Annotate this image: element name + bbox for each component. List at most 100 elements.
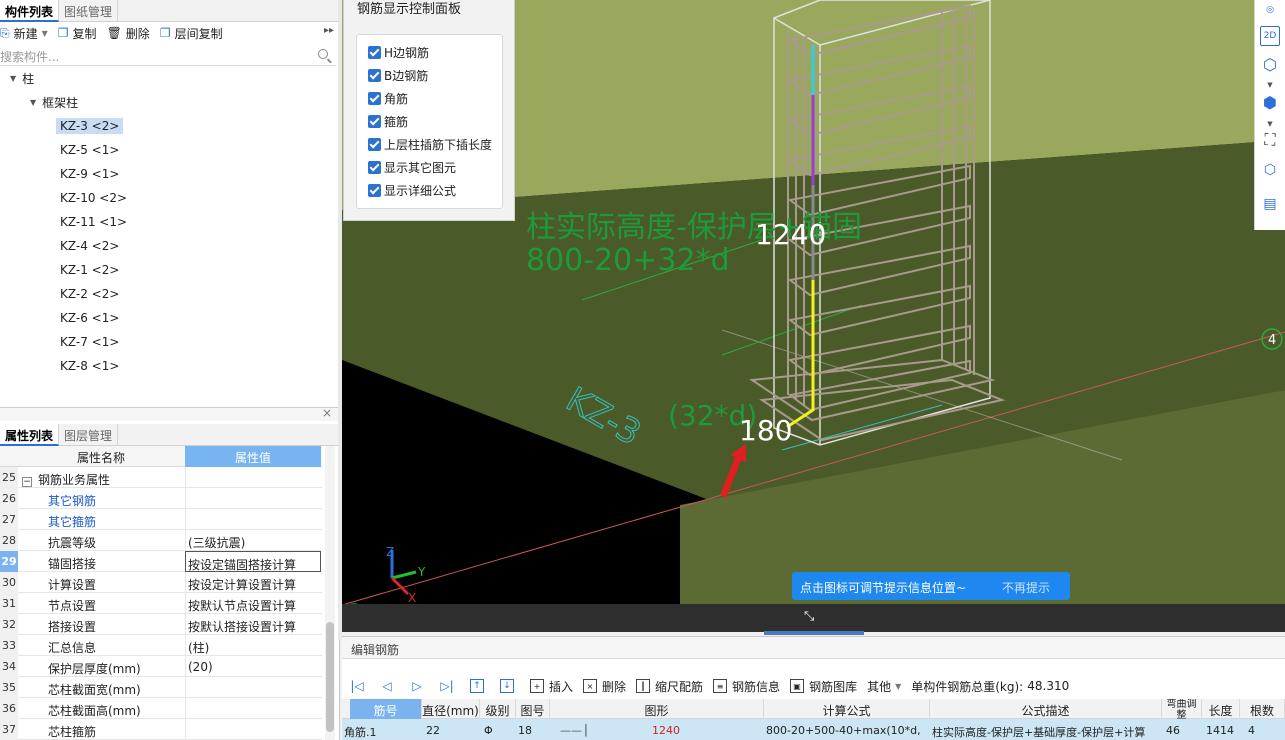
cell-length[interactable]: 1414 (1206, 724, 1234, 737)
prev-record-icon[interactable]: ◁ (380, 679, 394, 693)
col-count[interactable]: 根数 (1240, 699, 1285, 719)
tab-property-list[interactable]: 属性列表 (0, 424, 60, 446)
rebar-table-row[interactable]: 角筋.1 22 Φ 18 —— ▏ 1240 800-20+500-40+max… (342, 719, 1285, 740)
checkbox-checked-icon[interactable] (368, 91, 381, 105)
property-value-editor[interactable]: 按设定锚固搭接计算 (185, 551, 321, 572)
tree-item[interactable]: KZ-6 <1> (56, 308, 123, 328)
view-2d-button[interactable]: 2D (1260, 26, 1280, 46)
cell-grade[interactable]: Φ (484, 724, 493, 737)
rebar-info-button[interactable]: ≡ 钢筋信息 (713, 678, 780, 695)
property-row[interactable]: 35 芯柱截面宽(mm) (0, 677, 322, 698)
first-record-icon[interactable]: |◁ (350, 679, 364, 693)
view-cube-icon[interactable]: ⬡ (1260, 160, 1280, 180)
tree-node-frame-column[interactable]: ▼ 框架柱 (30, 92, 78, 112)
property-row[interactable]: 37 芯柱箍筋 (0, 719, 322, 740)
property-name[interactable]: 其它钢筋 (48, 492, 96, 509)
option-stirrup[interactable]: 箍筋 (368, 112, 408, 130)
cell-bend-adjust[interactable]: 46 (1166, 724, 1180, 737)
col-bend-adjust[interactable]: 弯曲调整 (1162, 699, 1202, 719)
more-icon[interactable]: ▸▸ (324, 25, 334, 36)
property-row[interactable]: 28 抗震等级 (三级抗震) (0, 530, 322, 551)
chevron-down-icon[interactable]: ▼ (42, 29, 48, 38)
fullscreen-icon[interactable]: ⛶ (1260, 130, 1280, 150)
property-row-selected[interactable]: 29 锚固搭接 按设定锚固搭接计算 (0, 551, 322, 572)
property-name[interactable]: 其它箍筋 (48, 513, 96, 530)
cell-diameter[interactable]: 22 (426, 724, 440, 737)
tab-drawing-manage[interactable]: 图纸管理 (59, 0, 119, 22)
property-value[interactable]: (三级抗震) (185, 530, 321, 551)
property-value[interactable] (185, 719, 321, 740)
checkbox-checked-icon[interactable] (368, 183, 381, 197)
rebar-library-button[interactable]: ▣ 钢筋图库 (790, 678, 857, 695)
tree-item[interactable]: KZ-4 <2> (56, 236, 123, 256)
caret-down-icon[interactable]: ▼ (10, 74, 16, 83)
tree-item[interactable]: KZ-10 <2> (56, 188, 131, 208)
last-record-icon[interactable]: ▷| (440, 679, 454, 693)
panel-divider[interactable]: × (0, 406, 338, 421)
checkbox-checked-icon[interactable] (368, 137, 381, 151)
tree-item[interactable]: KZ-1 <2> (56, 260, 123, 280)
col-diameter[interactable]: 直径(mm) (422, 699, 480, 719)
checkbox-checked-icon[interactable] (368, 160, 381, 174)
collapse-icon[interactable]: − (22, 477, 32, 487)
property-value[interactable]: (柱) (185, 635, 321, 656)
orbit-icon[interactable]: ◎ (1260, 0, 1280, 20)
delete-row-button[interactable]: × 删除 (583, 678, 626, 695)
property-value[interactable] (185, 488, 321, 509)
scale-rebar-button[interactable]: ┃ 缩尺配筋 (636, 678, 703, 695)
tree-item[interactable]: KZ-5 <1> (56, 140, 123, 160)
move-up-icon[interactable]: ↑ (470, 679, 484, 693)
floor-copy-button[interactable]: ❐ 层间复制 (160, 25, 223, 42)
other-menu[interactable]: 其他 ▼ (867, 678, 901, 695)
cell-bar-no[interactable]: 角筋.1 (344, 724, 377, 740)
caret-down-icon[interactable]: ▼ (30, 98, 36, 107)
property-value[interactable]: 按默认搭接设置计算 (185, 614, 321, 635)
property-scrollbar[interactable] (325, 446, 335, 740)
cell-formula[interactable]: 800-20+500-40+max(10*d, (766, 724, 928, 737)
tree-item-kz3[interactable]: KZ-3 <2> (56, 116, 124, 136)
col-length[interactable]: 长度 (1202, 699, 1240, 719)
close-icon[interactable]: × (322, 406, 332, 420)
collapse-arrows-icon[interactable]: ⤡ (804, 609, 814, 624)
search-input[interactable]: 搜索构件... (0, 48, 59, 65)
tree-item[interactable]: KZ-8 <1> (56, 356, 123, 376)
property-row[interactable]: 32 搭接设置 按默认搭接设置计算 (0, 614, 322, 635)
cell-shape-no[interactable]: 18 (518, 724, 532, 737)
tree-item[interactable]: KZ-7 <1> (56, 332, 123, 352)
panel-collapse-handle[interactable] (764, 631, 864, 635)
move-down-icon[interactable]: ↓ (500, 679, 514, 693)
option-show-formula[interactable]: 显示详细公式 (368, 181, 456, 199)
insert-button[interactable]: + 插入 (530, 678, 573, 695)
col-bar-no[interactable]: 筋号 (350, 699, 422, 719)
tab-layer-manage[interactable]: 图层管理 (59, 424, 119, 446)
option-corner-rebar[interactable]: 角筋 (368, 89, 408, 107)
checkbox-checked-icon[interactable] (368, 45, 381, 59)
tree-node-column[interactable]: ▼ 柱 (10, 68, 34, 88)
copy-button[interactable]: ❐ 复制 (58, 25, 97, 42)
checkbox-checked-icon[interactable] (368, 68, 381, 82)
option-show-other[interactable]: 显示其它图元 (368, 158, 456, 176)
checkbox-checked-icon[interactable] (368, 114, 381, 128)
tab-component-list[interactable]: 构件列表 (0, 0, 60, 22)
col-shape[interactable]: 图形 (550, 699, 764, 719)
property-row[interactable]: 33 汇总信息 (柱) (0, 635, 322, 656)
col-grade[interactable]: 级别 (480, 699, 516, 719)
col-shape-no[interactable]: 图号 (516, 699, 550, 719)
scroll-thumb[interactable] (326, 622, 334, 732)
new-button[interactable]: ⎘ 新建 ▼ (0, 25, 48, 42)
property-value[interactable] (185, 698, 321, 719)
search-icon[interactable] (318, 49, 328, 59)
property-value[interactable]: 按设定计算设置计算 (185, 572, 321, 593)
dismiss-hint-link[interactable]: 不再提示 (1002, 579, 1050, 596)
property-row[interactable]: 31 节点设置 按默认节点设置计算 (0, 593, 322, 614)
option-h-rebar[interactable]: H边钢筋 (368, 43, 429, 61)
cube-solid-icon[interactable]: ⬢ (1260, 92, 1280, 112)
property-view-icon[interactable]: ▤ (1260, 194, 1280, 214)
tree-item[interactable]: KZ-9 <1> (56, 164, 123, 184)
option-b-rebar[interactable]: B边钢筋 (368, 66, 428, 84)
property-value[interactable]: (20) (185, 656, 321, 677)
search-bar[interactable]: 搜索构件... (0, 46, 336, 66)
property-row[interactable]: 26 其它钢筋 (0, 488, 322, 509)
next-record-icon[interactable]: ▷ (410, 679, 424, 693)
property-row[interactable]: 25 − 钢筋业务属性 (0, 467, 322, 488)
